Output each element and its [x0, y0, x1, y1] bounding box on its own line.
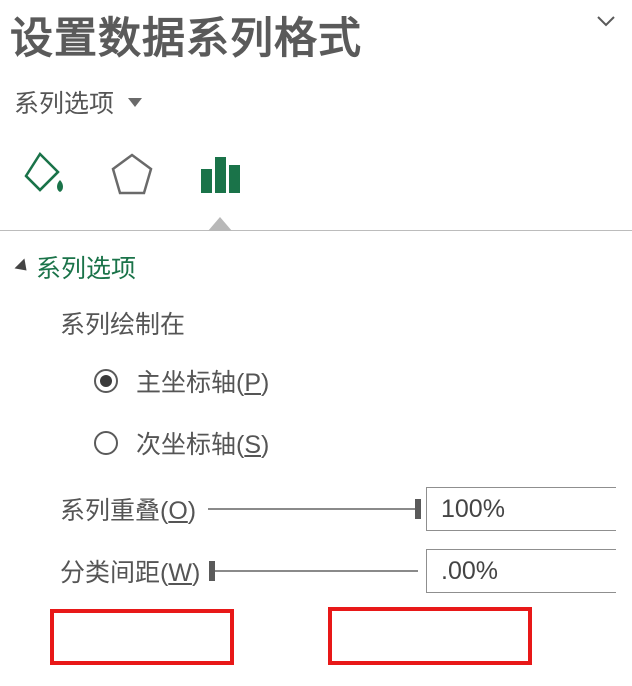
series-options-icon[interactable]	[194, 148, 246, 200]
series-options-dropdown-label: 系列选项	[14, 84, 114, 120]
series-overlap-value[interactable]	[427, 488, 632, 530]
radio-primary-axis[interactable]: 主坐标轴(P)	[94, 363, 616, 399]
gap-width-label: 分类间距(W)	[60, 553, 200, 589]
gap-width-input[interactable]	[426, 549, 616, 593]
series-overlap-label: 系列重叠(O)	[60, 491, 196, 527]
gap-width-value[interactable]	[427, 550, 632, 592]
panel-menu-icon[interactable]	[596, 14, 616, 32]
radio-secondary-axis[interactable]: 次坐标轴(S)	[94, 425, 616, 461]
radio-secondary-label: 次坐标轴(S)	[136, 425, 269, 461]
dropdown-icon[interactable]	[126, 96, 144, 108]
series-overlap-slider[interactable]	[208, 508, 418, 510]
radio-primary-label: 主坐标轴(P)	[136, 363, 269, 399]
plot-series-on-label: 系列绘制在	[60, 305, 616, 341]
radio-icon	[94, 431, 118, 455]
section-header-series-options[interactable]: 系列选项	[16, 249, 616, 285]
fill-line-icon[interactable]	[18, 148, 70, 200]
highlight-box	[50, 609, 234, 665]
divider	[0, 230, 632, 231]
series-overlap-input[interactable]	[426, 487, 616, 531]
radio-icon	[94, 369, 118, 393]
highlight-box	[328, 607, 532, 665]
panel-title: 设置数据系列格式	[10, 4, 362, 66]
section-title: 系列选项	[36, 249, 136, 285]
gap-width-slider[interactable]	[212, 570, 418, 572]
collapse-icon	[15, 259, 32, 276]
effects-icon[interactable]	[106, 148, 158, 200]
